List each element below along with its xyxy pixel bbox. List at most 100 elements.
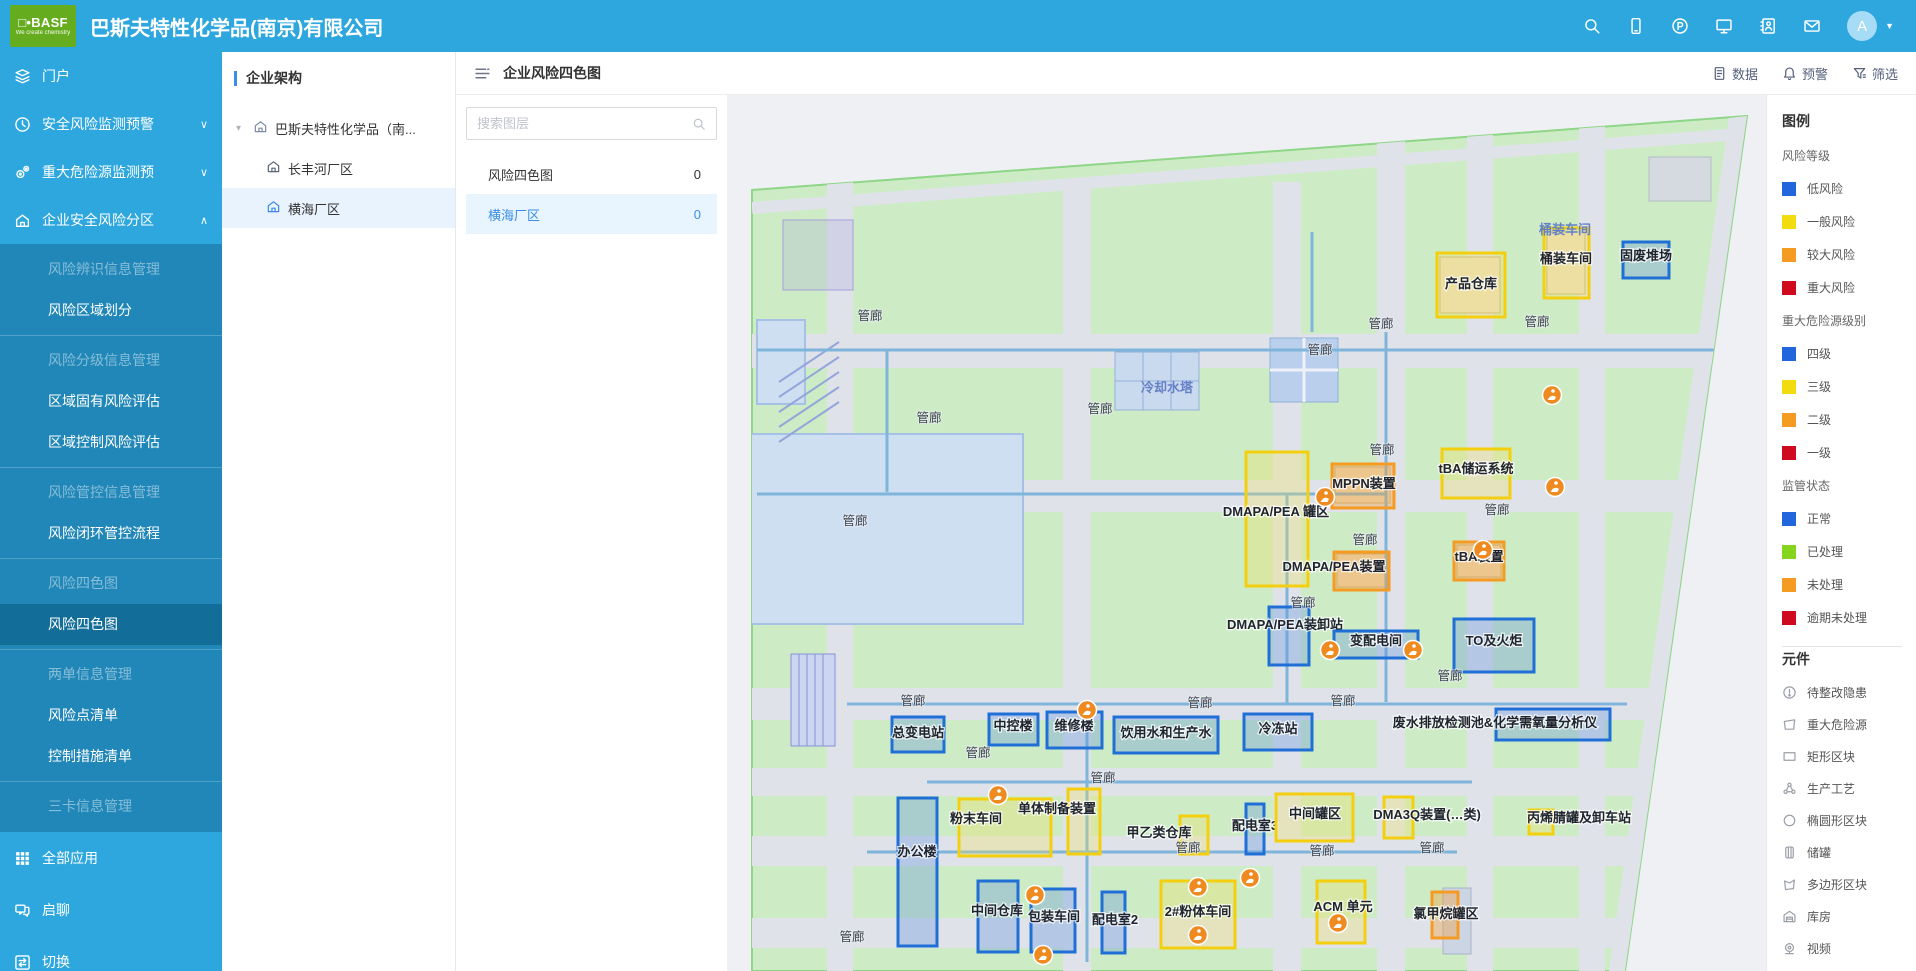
submenu-item[interactable]: 风险闭环管控流程: [0, 513, 222, 554]
legend-item: 二级: [1782, 411, 1916, 428]
sidebar-bottom-item[interactable]: 启聊: [0, 884, 222, 936]
high-risk-work-marker[interactable]: [1316, 488, 1335, 507]
high-risk-work-marker[interactable]: [1321, 641, 1340, 660]
high-risk-work-marker[interactable]: [1189, 878, 1208, 897]
zone-label: 中控楼: [993, 718, 1032, 733]
map-zone[interactable]: TO及火炬: [1454, 619, 1534, 672]
layer-row[interactable]: 风险四色图0: [466, 154, 717, 194]
submenu-item[interactable]: 风险分级信息管理: [0, 340, 222, 381]
elements-title: 元件: [1782, 649, 1916, 669]
avatar[interactable]: A: [1847, 11, 1877, 41]
layer-list-icon[interactable]: [474, 65, 491, 82]
map-zone[interactable]: 固废堆场: [1620, 242, 1672, 278]
sidebar-item-1[interactable]: 安全风险监测预警∨: [0, 100, 222, 148]
action-label: 筛选: [1872, 64, 1898, 83]
map-zone[interactable]: 冷冻站: [1244, 714, 1312, 750]
map-zone[interactable]: MPPN装置: [1332, 464, 1396, 508]
map-zone[interactable]: 中间罐区: [1276, 794, 1353, 841]
risk-four-color-map[interactable]: 产品仓库桶装车间固废堆场MPPN装置tBA储运系统DMAPA/PEA 罐区DMA…: [727, 95, 1766, 971]
zone-label: DMAPA/PEA装卸站: [1227, 617, 1343, 632]
sidebar-bottom-item[interactable]: 切换: [0, 936, 222, 971]
pipe-rack-label: 管廊: [965, 745, 990, 760]
legend-element: 矩形区块: [1782, 748, 1916, 765]
tree-node-plant[interactable]: 横海厂区: [222, 188, 455, 228]
tree-collapse-icon[interactable]: ▾: [236, 123, 246, 134]
submenu-item[interactable]: 三卡信息管理: [0, 786, 222, 827]
map-zone[interactable]: 办公楼: [897, 798, 937, 946]
marker-circle: [1404, 641, 1423, 660]
tree-node-plant[interactable]: 长丰河厂区: [222, 148, 455, 188]
high-risk-work-marker[interactable]: [1026, 886, 1045, 905]
sidebar-item-3[interactable]: 企业安全风险分区∧: [0, 196, 222, 244]
zone-label: ACM 单元: [1313, 899, 1372, 914]
high-risk-work-marker[interactable]: [1034, 946, 1053, 965]
high-risk-work-marker[interactable]: [1474, 541, 1493, 560]
high-risk-work-marker[interactable]: [1404, 641, 1423, 660]
map-zone[interactable]: 总变电站: [892, 717, 944, 752]
submenu-item[interactable]: 区域控制风险评估: [0, 422, 222, 463]
筛选-button[interactable]: 筛选: [1852, 64, 1898, 83]
search-icon[interactable]: [1583, 17, 1601, 35]
map-zone[interactable]: 中间仓库: [971, 881, 1023, 952]
zone-box-blue[interactable]: [1269, 607, 1309, 665]
high-risk-work-marker[interactable]: [1546, 478, 1565, 497]
monitor-icon[interactable]: [1715, 17, 1733, 35]
marker-circle: [1474, 541, 1493, 560]
risk-map-canvas[interactable]: 产品仓库桶装车间固废堆场MPPN装置tBA储运系统DMAPA/PEA 罐区DMA…: [727, 95, 1766, 971]
submenu-item[interactable]: 风险辨识信息管理: [0, 249, 222, 290]
map-zone[interactable]: tBA储运系统: [1438, 449, 1513, 498]
search-icon[interactable]: [692, 117, 706, 131]
sidebar-item-0[interactable]: 门户: [0, 52, 222, 100]
zone-box-yellow[interactable]: [1068, 789, 1100, 854]
search-input[interactable]: [477, 116, 684, 131]
submenu-item[interactable]: 风险管控信息管理: [0, 472, 222, 513]
tree-node-root[interactable]: ▾巴斯夫特性化学品（南...: [222, 108, 455, 148]
tree-title-text: 企业架构: [246, 68, 302, 88]
map-zone[interactable]: 产品仓库: [1437, 253, 1505, 317]
high-risk-work-marker[interactable]: [1329, 914, 1348, 933]
map-zone[interactable]: 桶装车间: [1539, 228, 1592, 298]
high-risk-work-marker[interactable]: [1189, 926, 1208, 945]
submenu-item[interactable]: 控制措施清单: [0, 736, 222, 777]
layer-row[interactable]: 横海厂区0: [466, 194, 717, 234]
action-label: 预警: [1802, 64, 1828, 83]
high-risk-work-marker[interactable]: [989, 786, 1008, 805]
sidebar-item-label: 重大危险源监测预: [42, 162, 154, 182]
mail-icon[interactable]: [1803, 17, 1821, 35]
legend-item-label: 已处理: [1807, 543, 1843, 560]
legend-element-label: 重大危险源: [1807, 716, 1867, 733]
tree-node-label: 长丰河厂区: [288, 159, 353, 178]
legend-item-label: 较大风险: [1807, 246, 1855, 263]
sidebar-bottom-item[interactable]: 全部应用: [0, 832, 222, 884]
high-risk-work-marker[interactable]: [1078, 701, 1097, 720]
submenu-item[interactable]: 风险区域划分: [0, 290, 222, 331]
phone-icon[interactable]: [1627, 17, 1645, 35]
数据-button[interactable]: 数据: [1712, 64, 1758, 83]
high-risk-work-marker[interactable]: [1543, 386, 1562, 405]
submenu-item[interactable]: 风险四色图: [0, 604, 222, 645]
zone-label: 总变电站: [892, 725, 944, 740]
p-circle-icon[interactable]: [1671, 17, 1689, 35]
high-risk-work-marker[interactable]: [1241, 869, 1260, 888]
map-zone[interactable]: 饮用水和生产水: [1114, 717, 1218, 753]
submenu-item[interactable]: 两单信息管理: [0, 654, 222, 695]
zone-box-blue[interactable]: [898, 798, 937, 946]
contacts-icon[interactable]: [1759, 17, 1777, 35]
building-icon: [266, 199, 281, 214]
sidebar-item-2[interactable]: 重大危险源监测预∨: [0, 148, 222, 196]
ellipse-icon: [1782, 813, 1797, 828]
building-icon: [253, 119, 268, 134]
submenu-item[interactable]: 风险点清单: [0, 695, 222, 736]
map-zone[interactable]: ACM 单元: [1313, 881, 1372, 943]
chevron-down-icon[interactable]: ▼: [1885, 21, 1894, 31]
user-menu[interactable]: A▼: [1847, 11, 1894, 41]
rect-icon: [1782, 749, 1797, 764]
color-swatch: [1782, 545, 1796, 559]
map-zone[interactable]: 中控楼: [989, 714, 1038, 745]
submenu-item[interactable]: 风险四色图: [0, 563, 222, 604]
legend-item: 重大风险: [1782, 279, 1916, 296]
预警-button[interactable]: 预警: [1782, 64, 1828, 83]
building-icon: [14, 212, 31, 229]
submenu-item[interactable]: 区域固有风险评估: [0, 381, 222, 422]
legend-divider: [1782, 646, 1902, 647]
